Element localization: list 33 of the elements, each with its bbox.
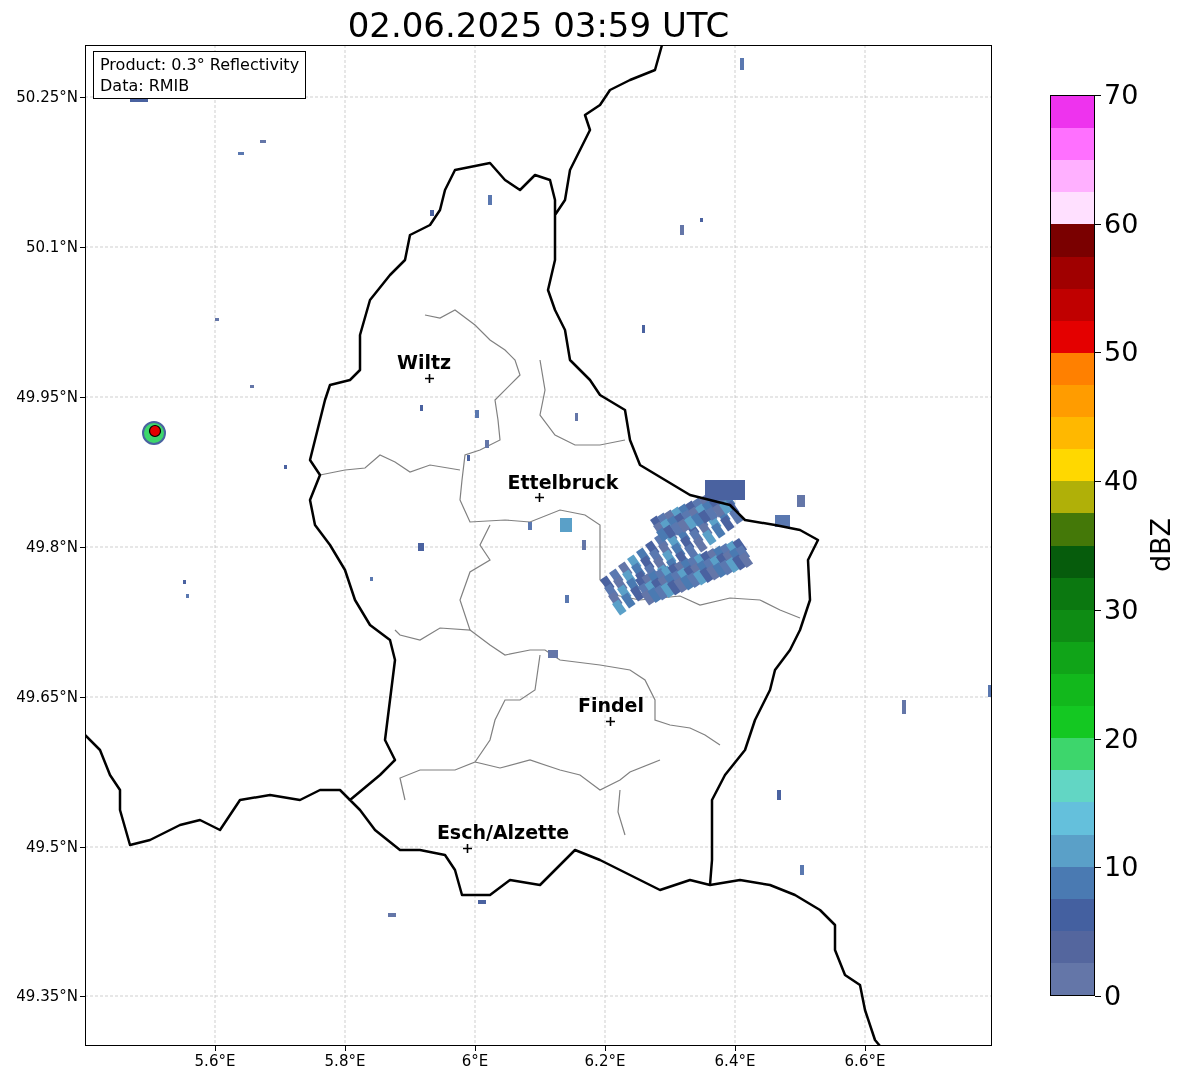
axis-tick-label: 6.4°E xyxy=(714,1052,756,1070)
axis-tick-label: 6.2°E xyxy=(584,1052,626,1070)
colorbar-label: dBZ xyxy=(1146,517,1177,573)
colorbar-tick-label: 10 xyxy=(1104,852,1139,883)
chart-title: 02.06.2025 03:59 UTC xyxy=(346,4,731,46)
axis-tick-label: 49.35°N xyxy=(16,987,78,1005)
colorbar-tick-label: 40 xyxy=(1104,466,1139,497)
axis-tick-label: 50.25°N xyxy=(16,88,78,106)
city-marker-icon xyxy=(605,716,615,726)
city-marker-icon xyxy=(462,843,472,853)
city-label: Wiltz xyxy=(396,352,452,372)
axis-tick-label: 49.5°N xyxy=(25,838,78,856)
axis-tick-label: 49.95°N xyxy=(16,388,78,406)
colorbar-tick-label: 20 xyxy=(1104,723,1139,754)
axis-tick-label: 49.65°N xyxy=(16,688,78,706)
colorbar-tick-label: 70 xyxy=(1104,80,1139,110)
legend-text: Data: RMIB xyxy=(100,75,191,96)
legend-text: Product: 0.3° Reflectivity xyxy=(100,54,300,75)
colorbar-tick-label: 0 xyxy=(1104,981,1122,1011)
axis-tick-label: 6°E xyxy=(461,1052,489,1070)
colorbar-tick-label: 30 xyxy=(1104,594,1139,625)
axis-tick-label: 50.1°N xyxy=(25,238,78,256)
city-marker-icon xyxy=(424,373,434,383)
axis-tick-label: 5.6°E xyxy=(194,1052,236,1070)
axis-tick-label: 49.8°N xyxy=(25,538,78,556)
colorbar-tick-label: 50 xyxy=(1104,337,1139,368)
city-label: Findel xyxy=(578,695,644,715)
axis-tick-label: 6.6°E xyxy=(844,1052,886,1070)
city-label: Esch/Alzette xyxy=(436,822,570,842)
colorbar-tick-label: 60 xyxy=(1104,208,1139,239)
axis-tick-label: 5.8°E xyxy=(324,1052,366,1070)
city-marker-icon xyxy=(534,492,544,502)
city-label: Ettelbruck xyxy=(507,472,619,492)
